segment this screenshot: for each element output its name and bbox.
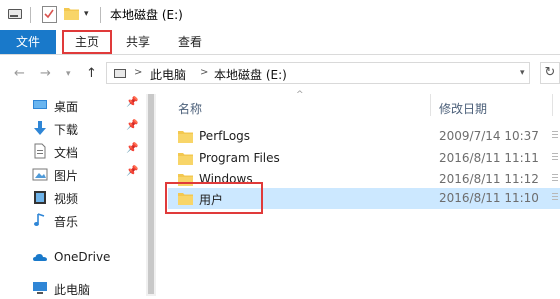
nav-item-videos[interactable]: 视频: [22, 186, 152, 208]
column-divider[interactable]: [430, 94, 431, 116]
window-title: 本地磁盘 (E:): [110, 8, 183, 22]
drive-icon: [8, 9, 22, 19]
desktop-icon: [33, 100, 47, 109]
nav-item-label: 音乐: [54, 215, 79, 229]
file-modified-date: 2016/8/11 11:11: [439, 151, 539, 165]
chevron-down-icon[interactable]: ▾: [520, 68, 525, 78]
nav-item-label: 视频: [54, 192, 79, 206]
breadcrumb-separator: >: [134, 67, 143, 78]
nav-item-label: 图片: [54, 169, 79, 183]
row-overflow-indicator: [552, 174, 558, 185]
nav-item-label: OneDrive: [54, 250, 111, 264]
row-overflow-indicator: [552, 153, 558, 164]
file-row[interactable]: PerfLogs 2009/7/14 10:37: [168, 126, 560, 147]
folder-icon: [178, 153, 193, 165]
music-icon: [34, 213, 45, 226]
breadcrumb-drive-e[interactable]: 本地磁盘 (E:): [214, 66, 287, 83]
nav-item-pictures[interactable]: 图片 📌: [22, 163, 152, 185]
tab-home[interactable]: 主页: [62, 30, 112, 54]
annotation-highlight-box: [165, 182, 263, 214]
computer-icon: [33, 282, 47, 294]
divider: [100, 7, 101, 23]
nav-item-downloads[interactable]: 下载 📌: [22, 117, 152, 139]
file-name: Program Files: [199, 151, 280, 165]
recent-locations-icon[interactable]: ▾: [66, 69, 71, 79]
nav-item-onedrive[interactable]: OneDrive: [22, 246, 152, 268]
video-icon: [34, 191, 46, 204]
pin-icon[interactable]: 📌: [126, 120, 138, 131]
folder-icon: [178, 131, 193, 143]
column-header-modified[interactable]: 修改日期: [439, 100, 487, 117]
nav-item-label: 桌面: [54, 100, 79, 114]
download-icon: [34, 121, 46, 135]
refresh-icon[interactable]: ↻: [540, 62, 560, 84]
cloud-icon: [33, 254, 47, 261]
pin-icon[interactable]: 📌: [126, 143, 138, 154]
forward-arrow-icon[interactable]: →: [40, 66, 51, 81]
nav-item-music[interactable]: 音乐: [22, 209, 152, 231]
column-header-name[interactable]: 名称: [178, 100, 202, 117]
breadcrumb-separator: >: [200, 67, 209, 78]
sort-ascending-icon: ^: [296, 90, 304, 100]
nav-item-label: 此电脑: [54, 283, 91, 297]
pin-icon[interactable]: 📌: [126, 166, 138, 177]
row-overflow-indicator: [552, 131, 558, 142]
file-row[interactable]: Program Files 2016/8/11 11:11: [168, 148, 560, 169]
up-arrow-icon[interactable]: ↑: [86, 66, 97, 81]
tab-share[interactable]: 共享: [116, 30, 160, 54]
breadcrumb-this-pc[interactable]: 此电脑: [150, 66, 186, 83]
file-name: PerfLogs: [199, 129, 251, 143]
picture-icon: [32, 168, 48, 181]
nav-item-label: 下载: [54, 123, 79, 137]
tab-view[interactable]: 查看: [168, 30, 212, 54]
new-folder-icon[interactable]: [64, 6, 79, 20]
file-modified-date: 2016/8/11 11:12: [439, 172, 539, 186]
pin-icon[interactable]: 📌: [126, 97, 138, 108]
document-icon: [34, 143, 46, 159]
file-modified-date: 2009/7/14 10:37: [439, 129, 539, 143]
properties-icon[interactable]: [42, 6, 57, 23]
drive-icon: [114, 69, 126, 78]
nav-item-documents[interactable]: 文档 📌: [22, 140, 152, 162]
scrollbar-thumb[interactable]: [148, 94, 154, 294]
nav-item-desktop[interactable]: 桌面 📌: [22, 94, 152, 116]
back-arrow-icon[interactable]: ←: [14, 66, 25, 81]
customize-quick-access-icon[interactable]: ▾: [84, 9, 89, 19]
nav-item-label: 文档: [54, 146, 79, 160]
column-divider[interactable]: [552, 94, 553, 116]
row-overflow-indicator: [552, 193, 558, 204]
tab-file[interactable]: 文件: [0, 30, 56, 54]
divider: [30, 7, 31, 23]
file-modified-date: 2016/8/11 11:10: [439, 191, 539, 205]
